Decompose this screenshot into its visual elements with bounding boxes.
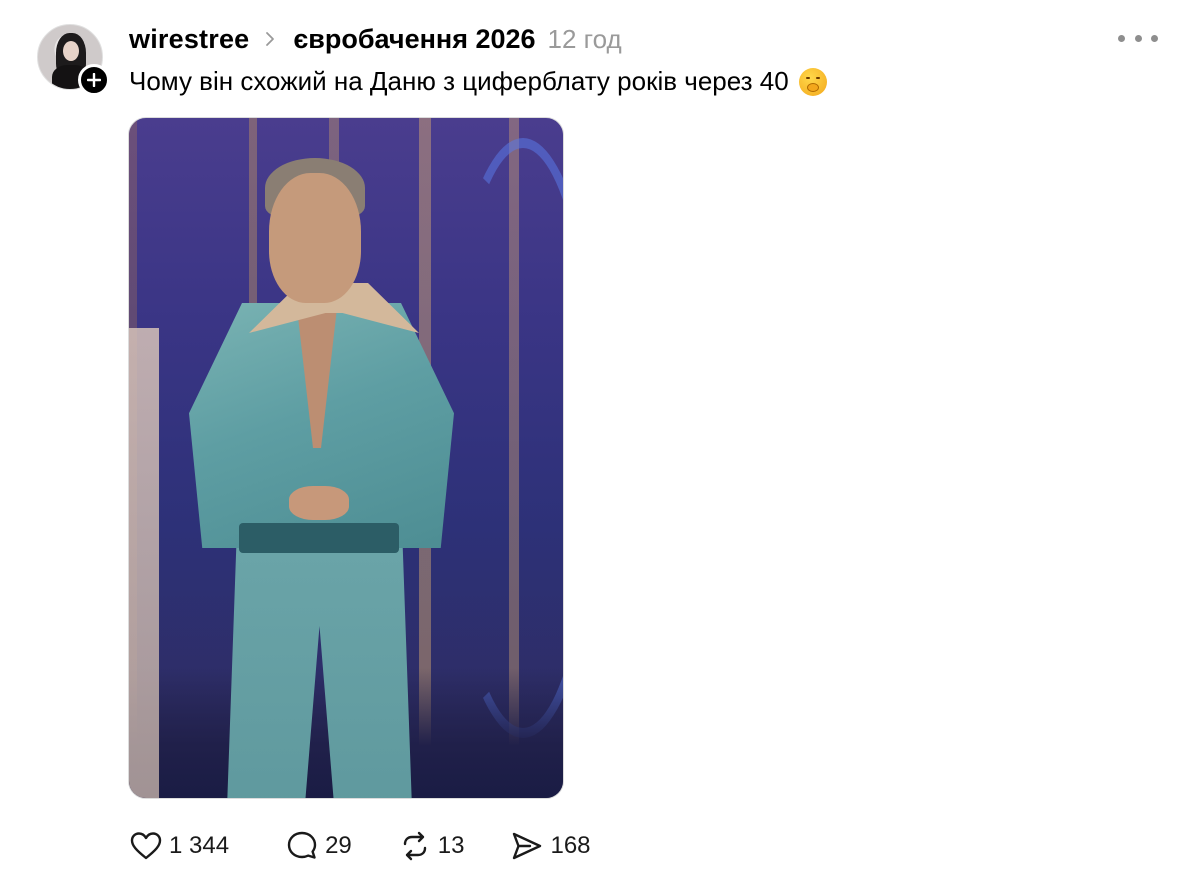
post-header: wirestree євробачення 2026 12 год	[129, 22, 622, 56]
avatar[interactable]	[37, 24, 110, 96]
topic-link[interactable]: євробачення 2026	[293, 24, 535, 55]
more-icon[interactable]	[1118, 28, 1158, 48]
comment-icon	[287, 831, 317, 859]
username-link[interactable]: wirestree	[129, 24, 249, 55]
thread-post: wirestree євробачення 2026 12 год Чому в…	[0, 0, 1200, 882]
like-button[interactable]: 1 344	[129, 829, 229, 863]
send-icon	[513, 832, 542, 860]
chevron-right-icon	[265, 30, 279, 48]
post-image[interactable]	[128, 117, 564, 799]
post-actions: 1 344 29 13 168	[129, 828, 647, 864]
share-button[interactable]: 168	[510, 829, 591, 863]
reply-button[interactable]: 29	[285, 829, 352, 863]
post-text-content: Чому він схожий на Даню з циферблату рок…	[129, 66, 789, 96]
repost-button[interactable]: 13	[398, 829, 465, 863]
repost-count: 13	[437, 832, 465, 859]
share-count: 168	[550, 832, 591, 859]
plus-icon	[87, 73, 101, 87]
follow-button[interactable]	[78, 64, 110, 96]
reply-count: 29	[325, 832, 352, 859]
hushed-face-emoji	[798, 67, 827, 96]
post-timestamp: 12 год	[547, 23, 622, 54]
like-count: 1 344	[169, 832, 230, 859]
post-text: Чому він схожий на Даню з циферблату рок…	[129, 66, 827, 97]
repost-icon	[403, 831, 426, 861]
heart-icon	[130, 832, 162, 860]
